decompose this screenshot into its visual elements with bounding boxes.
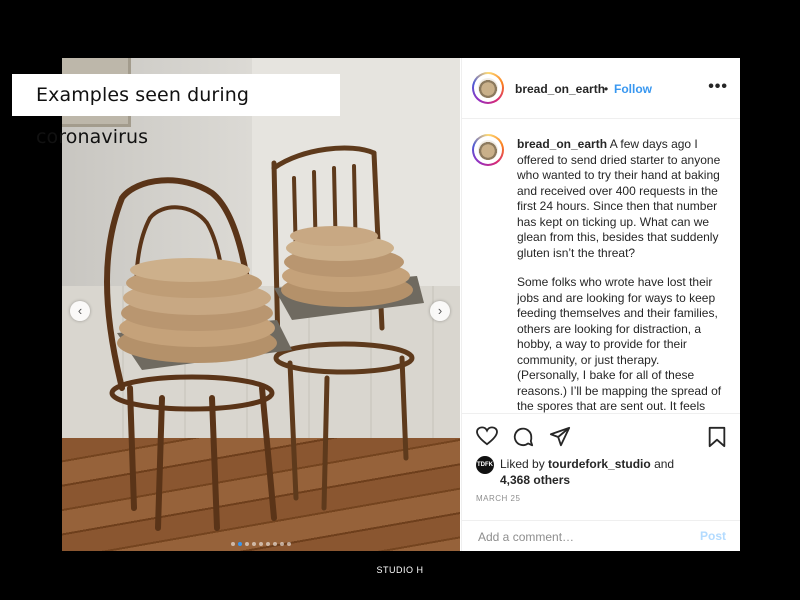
carousel-next-button[interactable]: ›: [430, 301, 450, 321]
carousel-dot[interactable]: [259, 542, 263, 546]
post-date: MARCH 25: [476, 494, 521, 503]
liked-by-prefix: Liked by: [500, 457, 545, 471]
post-caption: bread_on_earth A few days ago I offered …: [517, 137, 725, 413]
post-header: bread_on_earth • Follow •••: [462, 58, 740, 119]
carousel-prev-button[interactable]: ‹: [70, 301, 90, 321]
post-side-panel: bread_on_earth • Follow ••• bread_on_ear…: [461, 58, 740, 551]
more-options-icon[interactable]: •••: [708, 78, 728, 96]
caption-paragraph-2: Some folks who wrote have lost their job…: [517, 275, 722, 413]
liked-by-and: and: [654, 457, 675, 471]
comment-bar: Post: [462, 520, 740, 552]
carousel-dot[interactable]: [238, 542, 242, 546]
heart-icon[interactable]: [476, 426, 498, 446]
caption-username[interactable]: bread_on_earth: [517, 137, 607, 151]
header-separator: •: [604, 82, 609, 96]
carousel-dot[interactable]: [287, 542, 291, 546]
follow-button[interactable]: Follow: [614, 82, 652, 96]
right-bread-stack: [281, 226, 413, 307]
carousel-dot[interactable]: [252, 542, 256, 546]
right-chair: [271, 145, 415, 511]
footer-label: STUDIO H: [376, 565, 424, 575]
caption-author-avatar[interactable]: [472, 134, 504, 166]
actions-divider: [462, 413, 740, 415]
likes-summary: Liked by tourdefork_studio and 4,368 oth…: [500, 456, 674, 488]
share-icon[interactable]: [549, 426, 571, 448]
carousel-dot[interactable]: [280, 542, 284, 546]
comment-icon[interactable]: [512, 426, 534, 448]
slide-banner: Examples seen during coronavirus: [12, 74, 340, 148]
carousel-dots: [62, 542, 460, 546]
liked-by-others[interactable]: 4,368 others: [500, 473, 570, 487]
left-bread-stack: [117, 258, 277, 363]
carousel-dot[interactable]: [273, 542, 277, 546]
carousel-dot[interactable]: [266, 542, 270, 546]
comment-input[interactable]: [476, 529, 680, 545]
author-avatar[interactable]: [472, 72, 504, 104]
carousel-dot[interactable]: [245, 542, 249, 546]
post-comment-button[interactable]: Post: [700, 529, 726, 543]
carousel-dot[interactable]: [231, 542, 235, 546]
bookmark-icon[interactable]: [707, 426, 727, 448]
liker-avatar[interactable]: TDFK: [476, 456, 494, 474]
author-username[interactable]: bread_on_earth: [515, 82, 605, 96]
liked-by-user[interactable]: tourdefork_studio: [548, 457, 651, 471]
caption-text-1: A few days ago I offered to send dried s…: [517, 137, 721, 260]
caption-paragraph-1: bread_on_earth A few days ago I offered …: [517, 137, 725, 261]
